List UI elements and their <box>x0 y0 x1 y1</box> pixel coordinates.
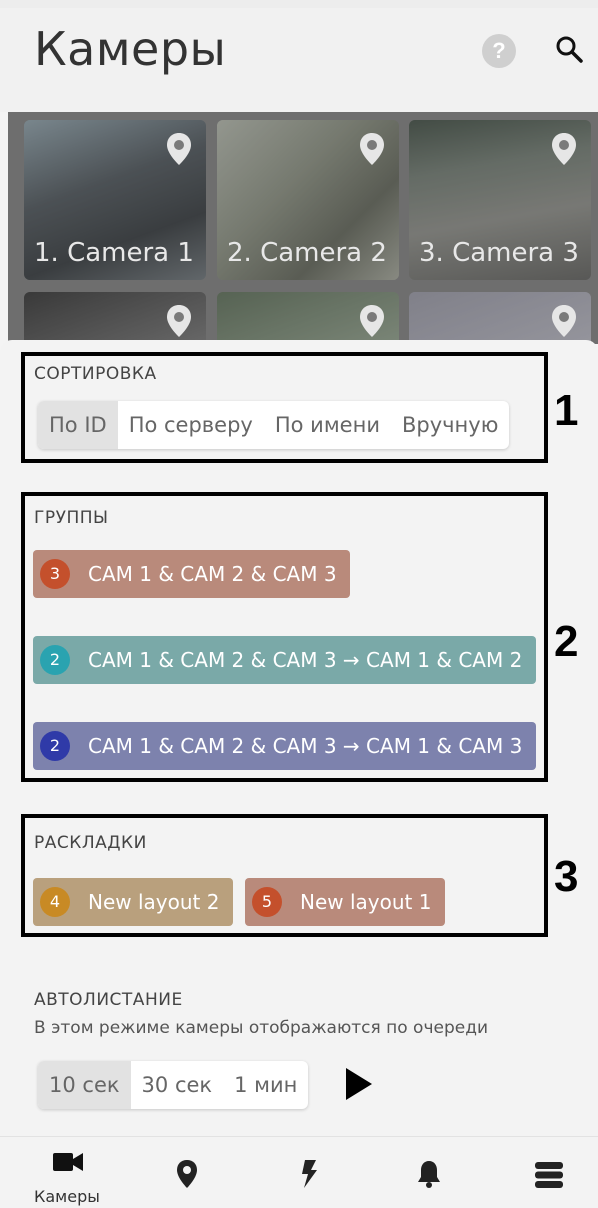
bottom-navigation: Камеры <box>0 1136 598 1208</box>
video-camera-icon <box>53 1153 83 1171</box>
autoscroll-description: В этом режиме камеры отображаются по оче… <box>34 1018 489 1038</box>
map-pin-icon[interactable] <box>166 304 192 338</box>
map-pin-icon[interactable] <box>359 132 385 166</box>
page-title: Камеры <box>34 22 227 76</box>
autoscroll-interval-control: 10 сек 30 сек 1 мин <box>38 1061 309 1109</box>
camera-tile[interactable]: 3. Camera 3 <box>409 120 591 280</box>
bell-icon <box>418 1161 440 1188</box>
annotation-box-3 <box>21 814 548 937</box>
server-icon <box>535 1162 563 1188</box>
camera-grid: 1. Camera 1 2. Camera 2 3. Camera 3 <box>8 112 598 344</box>
annotation-box-1 <box>21 352 548 463</box>
annotation-number-3: 3 <box>554 852 579 901</box>
annotation-number-1: 1 <box>554 386 579 435</box>
camera-tile[interactable]: 2. Camera 2 <box>217 120 399 280</box>
camera-label: 1. Camera 1 <box>34 238 194 268</box>
lightning-icon <box>302 1160 317 1188</box>
cropped-top-strip <box>0 0 598 8</box>
play-icon[interactable] <box>344 1066 374 1102</box>
interval-option-30s[interactable]: 30 сек <box>131 1061 224 1109</box>
nav-item-map[interactable] <box>146 1137 226 1208</box>
map-pin-icon[interactable] <box>166 132 192 166</box>
camera-tile[interactable] <box>24 292 206 344</box>
map-pin-icon[interactable] <box>551 304 577 338</box>
nav-item-alerts[interactable] <box>388 1137 468 1208</box>
camera-label: 3. Camera 3 <box>419 238 579 268</box>
interval-option-10s[interactable]: 10 сек <box>38 1061 131 1109</box>
camera-tile[interactable]: 1. Camera 1 <box>24 120 206 280</box>
nav-label-cameras: Камеры <box>34 1187 100 1206</box>
camera-label: 2. Camera 2 <box>227 238 387 268</box>
question-circle-icon[interactable]: ? <box>482 34 516 68</box>
nav-item-servers[interactable] <box>508 1137 588 1208</box>
app-header: Камеры ? <box>0 8 598 112</box>
autoscroll-label: АВТОЛИСТАНИЕ <box>34 990 183 1010</box>
search-icon[interactable] <box>554 34 584 64</box>
annotation-number-2: 2 <box>554 617 579 666</box>
map-pin-icon <box>177 1160 197 1188</box>
nav-item-events[interactable] <box>268 1137 348 1208</box>
interval-option-1m[interactable]: 1 мин <box>223 1061 308 1109</box>
camera-tile[interactable] <box>409 292 591 344</box>
annotation-box-2 <box>21 492 548 782</box>
map-pin-icon[interactable] <box>551 132 577 166</box>
camera-tile[interactable] <box>217 292 399 344</box>
map-pin-icon[interactable] <box>359 304 385 338</box>
